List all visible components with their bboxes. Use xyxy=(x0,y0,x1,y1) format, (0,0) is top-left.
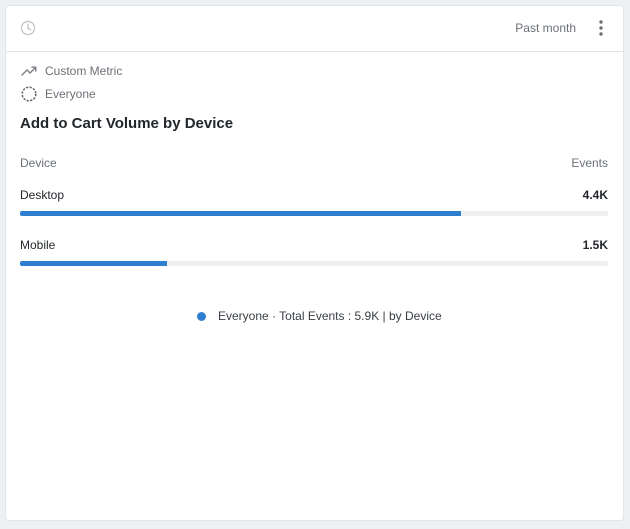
metric-type-row: Custom Metric xyxy=(20,62,122,80)
time-range-label[interactable]: Past month xyxy=(515,21,576,35)
clock-icon xyxy=(20,20,36,36)
row-value-desktop: 4.4K xyxy=(582,188,608,202)
legend-dot xyxy=(197,311,206,321)
row-label-mobile: Mobile xyxy=(20,238,56,252)
row-label-desktop: Desktop xyxy=(20,188,65,202)
widget-title: Add to Cart Volume by Device xyxy=(20,115,234,132)
column-header-device: Device xyxy=(20,156,57,170)
segment-label: Everyone xyxy=(45,87,96,101)
row-value-mobile: 1.5K xyxy=(582,238,608,252)
kebab-menu-icon[interactable] xyxy=(591,17,611,39)
segment-row: Everyone xyxy=(20,85,96,103)
bar-track-mobile xyxy=(20,261,608,266)
widget-header: Past month xyxy=(6,6,623,52)
legend: Everyone · Total Events : 5.9K | by Devi… xyxy=(197,309,442,323)
widget-card: Past month Custom Metric Everyone Add to… xyxy=(6,6,623,520)
bar-fill-desktop xyxy=(20,211,461,216)
legend-text: Everyone · Total Events : 5.9K | by Devi… xyxy=(218,309,442,323)
segment-ring-icon xyxy=(21,86,37,102)
bar-fill-mobile xyxy=(20,261,167,266)
trend-line-icon xyxy=(21,66,37,76)
column-header-events: Events xyxy=(571,156,608,170)
bar-track-desktop xyxy=(20,211,608,216)
metric-type-label: Custom Metric xyxy=(45,64,123,78)
